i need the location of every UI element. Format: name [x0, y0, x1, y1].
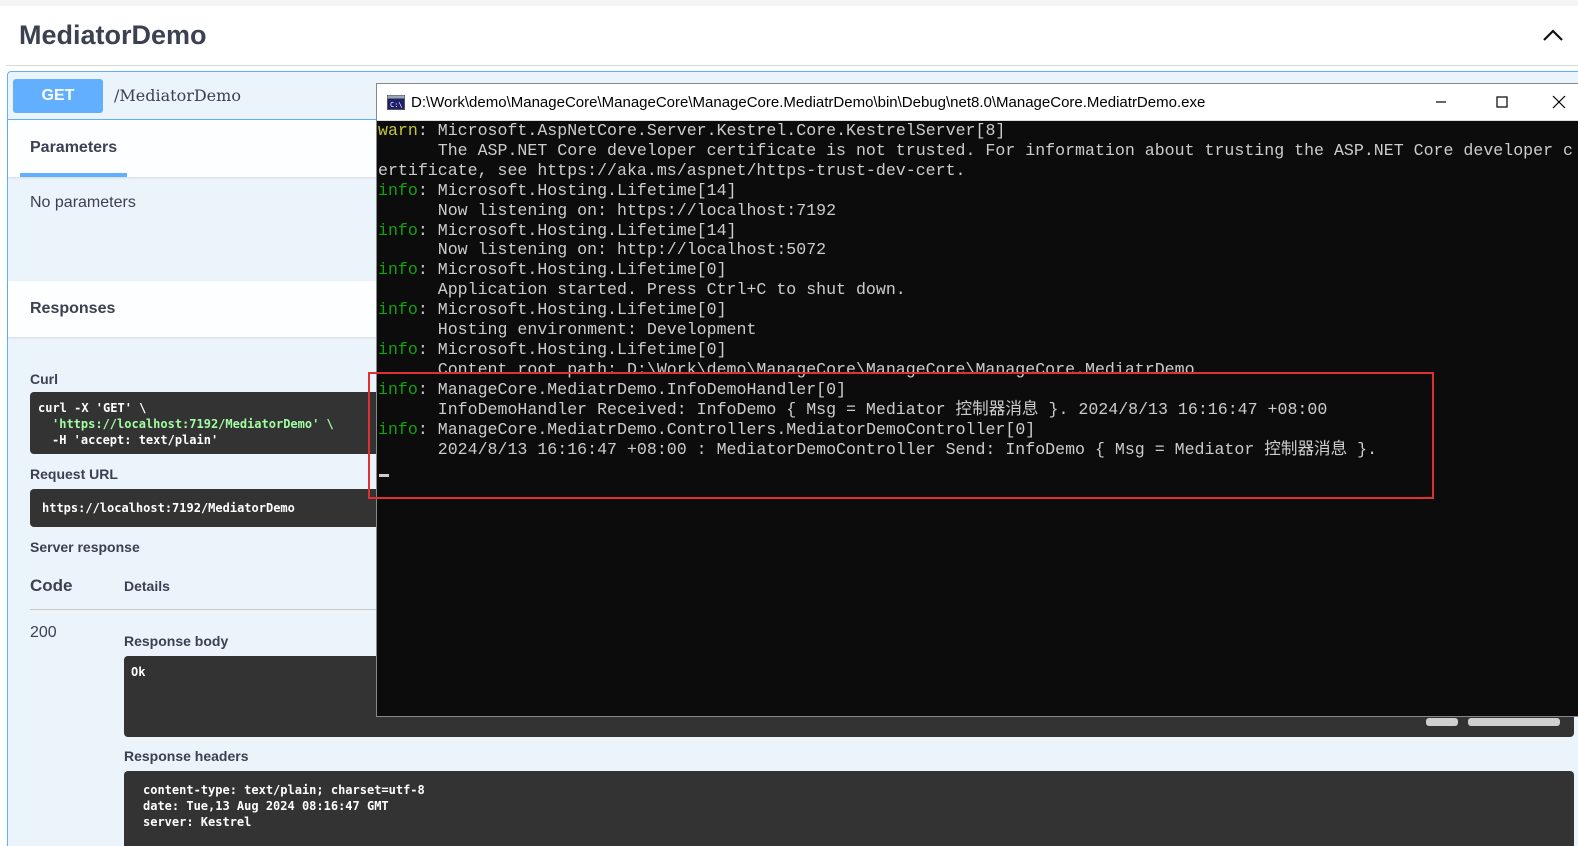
console-line-text: Now listening on: https://localhost:7192 [378, 200, 837, 220]
console-line-text: Hosting environment: Development [378, 320, 757, 340]
log-level-info: info [378, 220, 418, 240]
header-line-1: content-type: text/plain; charset=utf-8 [143, 783, 425, 797]
console-line-text: : Microsoft.Hosting.Lifetime[0] [417, 260, 727, 280]
console-line: Hosting environment: Development [378, 320, 1573, 340]
log-level-info: info [378, 339, 418, 359]
console-line: info: Microsoft.Hosting.Lifetime[14] [378, 221, 1573, 241]
console-line-text: InfoDemoHandler Received: InfoDemo { Msg… [378, 399, 1328, 419]
request-url-label: Request URL [30, 466, 118, 482]
log-level-info: info [378, 379, 418, 399]
console-line: InfoDemoHandler Received: InfoDemo { Msg… [378, 400, 1573, 420]
response-body-value: Ok [131, 665, 146, 679]
svg-text:C:\: C:\ [390, 101, 403, 109]
console-line-text: ertificate, see https://aka.ms/aspnet/ht… [378, 160, 966, 180]
responses-title: Responses [30, 300, 116, 317]
log-level-info: info [378, 180, 418, 200]
console-line: Now listening on: http://localhost:5072 [378, 240, 1573, 260]
console-line: info: Microsoft.Hosting.Lifetime[14] [378, 181, 1573, 201]
console-cursor [379, 474, 389, 477]
response-headers-box[interactable]: content-type: text/plain; charset=utf-8 d… [124, 771, 1574, 846]
request-url-value: https://localhost:7192/MediatorDemo [42, 501, 295, 515]
console-app-icon: C:\ [387, 95, 405, 110]
header-line-3: server: Kestrel [143, 815, 252, 829]
console-line-text: : ManageCore.MediatrDemo.Controllers.Med… [417, 419, 1036, 439]
console-line-text: 2024/8/13 16:16:47 +08:00 : MediatorDemo… [378, 439, 1378, 459]
console-line-text: : Microsoft.AspNetCore.Server.Kestrel.Co… [417, 121, 1006, 140]
console-line: ertificate, see https://aka.ms/aspnet/ht… [378, 161, 1573, 181]
console-title: D:\Work\demo\ManageCore\ManageCore\Manag… [411, 94, 1206, 111]
console-line-text: The ASP.NET Core developer certificate i… [378, 140, 1573, 160]
curl-label: Curl [30, 371, 58, 387]
log-level-info: info [378, 260, 418, 280]
status-code: 200 [30, 624, 57, 641]
download-button[interactable] [1468, 718, 1560, 726]
console-line: info: ManageCore.MediatrDemo.InfoDemoHan… [378, 380, 1573, 400]
console-line: Content root path: D:\Work\demo\ManageCo… [378, 360, 1573, 380]
console-line: info: Microsoft.Hosting.Lifetime[0] [378, 300, 1573, 320]
no-parameters-text: No parameters [30, 194, 136, 211]
console-line: Now listening on: https://localhost:7192 [378, 201, 1573, 221]
close-icon[interactable] [1549, 92, 1569, 112]
copy-button[interactable] [1426, 718, 1458, 726]
console-line: info: Microsoft.Hosting.Lifetime[0] [378, 260, 1573, 280]
response-body-label: Response body [124, 633, 229, 649]
console-line-text: Now listening on: http://localhost:5072 [378, 240, 827, 260]
console-line-text: : Microsoft.Hosting.Lifetime[0] [417, 300, 727, 320]
console-line: info: ManageCore.MediatrDemo.Controllers… [378, 420, 1573, 440]
console-line: warn: Microsoft.AspNetCore.Server.Kestre… [378, 121, 1573, 141]
console-line-text: Content root path: D:\Work\demo\ManageCo… [378, 359, 1195, 379]
console-titlebar[interactable]: C:\ D:\Work\demo\ManageCore\ManageCore\M… [377, 84, 1578, 121]
log-level-info: info [378, 419, 418, 439]
http-method-badge: GET [13, 79, 103, 113]
header-line-2: date: Tue,13 Aug 2024 08:16:47 GMT [143, 799, 389, 813]
console-output: warn: Microsoft.AspNetCore.Server.Kestre… [378, 121, 1573, 459]
console-line: Application started. Press Ctrl+C to shu… [378, 280, 1573, 300]
console-line: 2024/8/13 16:16:47 +08:00 : MediatorDemo… [378, 440, 1573, 460]
response-headers-label: Response headers [124, 748, 249, 764]
operation-path: /MediatorDemo [114, 86, 241, 105]
tag-title: MediatorDemo [19, 20, 207, 50]
tag-section-header[interactable]: MediatorDemo [6, 6, 1578, 66]
console-line: info: Microsoft.Hosting.Lifetime[0] [378, 340, 1573, 360]
chevron-up-icon[interactable] [1542, 26, 1564, 44]
console-window[interactable]: C:\ D:\Work\demo\ManageCore\ManageCore\M… [376, 83, 1578, 717]
console-line-text: : Microsoft.Hosting.Lifetime[14] [417, 180, 737, 200]
console-line: The ASP.NET Core developer certificate i… [378, 141, 1573, 161]
minimize-icon[interactable] [1431, 92, 1451, 112]
console-line-text: : Microsoft.Hosting.Lifetime[0] [417, 339, 727, 359]
server-response-label: Server response [30, 539, 140, 555]
console-line-text: Application started. Press Ctrl+C to shu… [378, 280, 906, 300]
tab-parameters[interactable]: Parameters [20, 120, 128, 177]
log-level-warn: warn [378, 121, 418, 140]
console-line-text: : ManageCore.MediatrDemo.InfoDemoHandler… [417, 379, 847, 399]
log-level-info: info [378, 300, 418, 320]
details-column-header: Details [124, 578, 170, 594]
code-column-header: Code [30, 576, 73, 595]
console-line-text: : Microsoft.Hosting.Lifetime[14] [417, 220, 737, 240]
maximize-icon[interactable] [1492, 92, 1512, 112]
